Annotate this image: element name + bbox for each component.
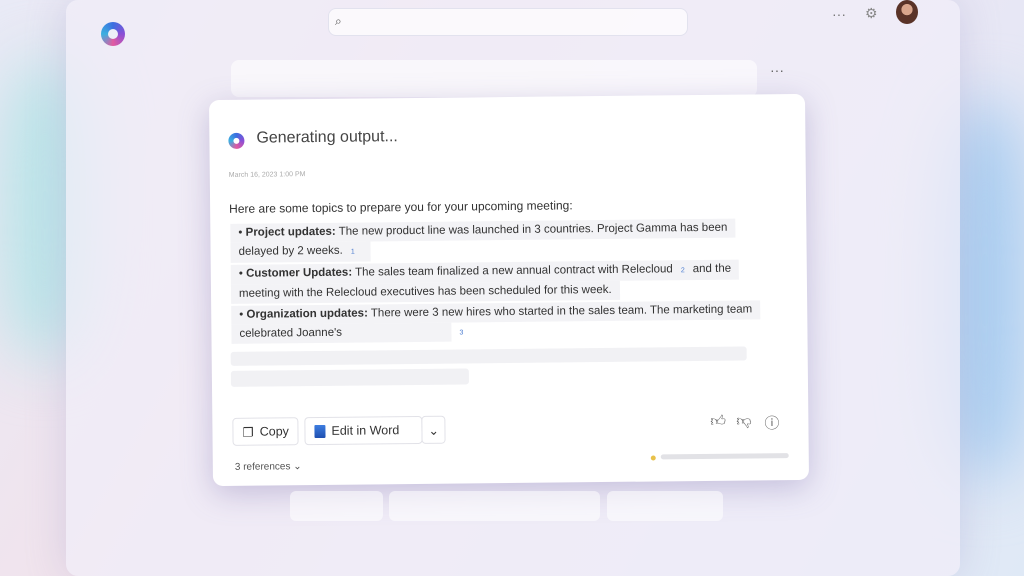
bullet-text: There were 3 new hires who started in th… [367,303,753,320]
loading-placeholder [230,368,469,387]
progress-dot [650,455,656,461]
references-label: 3 references [234,461,291,473]
list-item: • Customer Updates: The sales team final… [230,259,801,304]
copy-label: Copy [259,424,289,439]
suggestion-chip[interactable] [607,491,723,521]
bullet-label: Project updates: [245,225,336,239]
loading-placeholder [230,346,747,366]
citation[interactable]: 3 [459,329,463,336]
thumbs-up-icon[interactable]: 👍︎ [710,413,726,431]
bullet-text: delayed by 2 weeks. [238,244,343,258]
chevron-down-icon[interactable]: ⌄ [421,415,446,444]
more-icon[interactable]: ··· [770,62,784,78]
more-icon[interactable]: ··· [832,6,846,22]
edit-in-word-button[interactable]: Edit in Word [304,415,423,446]
citation[interactable]: 2 [681,267,685,274]
progress-bar [660,453,789,460]
intro-text: Here are some topics to prepare you for … [229,198,573,216]
gear-icon[interactable]: ⚙ [865,5,878,22]
word-icon [314,424,326,438]
bullet-label: Customer Updates: [245,266,353,280]
search-icon: ⌕ [335,14,342,28]
avatar[interactable] [896,0,918,24]
timestamp: March 16, 2023 1:00 PM [228,171,306,179]
suggestion-chip[interactable] [389,491,600,521]
prompt-placeholder [231,60,757,97]
list-item: • Project updates: The new product line … [230,218,800,263]
bullet-text: meeting with the Relecloud executives ha… [238,283,612,300]
list-item: • Organization updates: There were 3 new… [231,300,801,345]
bullet-text: celebrated Joanne's [239,326,343,340]
copilot-logo [101,22,125,46]
bullet-text: The new product line was launched in 3 c… [335,221,728,238]
edit-label: Edit in Word [331,423,400,438]
references-toggle[interactable]: 3 references ⌄ [235,461,302,473]
copilot-icon [228,132,245,149]
copy-button[interactable]: ❐ Copy [232,417,300,446]
copy-icon: ❐ [242,425,254,440]
citation[interactable]: 1 [351,249,355,256]
search-input[interactable]: ⌕ [328,8,688,36]
bullet-text: and the [692,262,732,276]
feedback-icon[interactable]: ⓘ [764,412,779,433]
suggestion-chip[interactable] [290,491,383,521]
bullet-text: The sales team finalized a new annual co… [352,263,673,279]
bullet-label: Organization updates: [246,307,368,321]
response-card: Generating output... March 16, 2023 1:00… [208,93,810,487]
thumbs-down-icon[interactable]: 👎︎ [736,412,751,430]
topic-list: • Project updates: The new product line … [230,218,801,345]
card-title: Generating output... [256,128,398,147]
